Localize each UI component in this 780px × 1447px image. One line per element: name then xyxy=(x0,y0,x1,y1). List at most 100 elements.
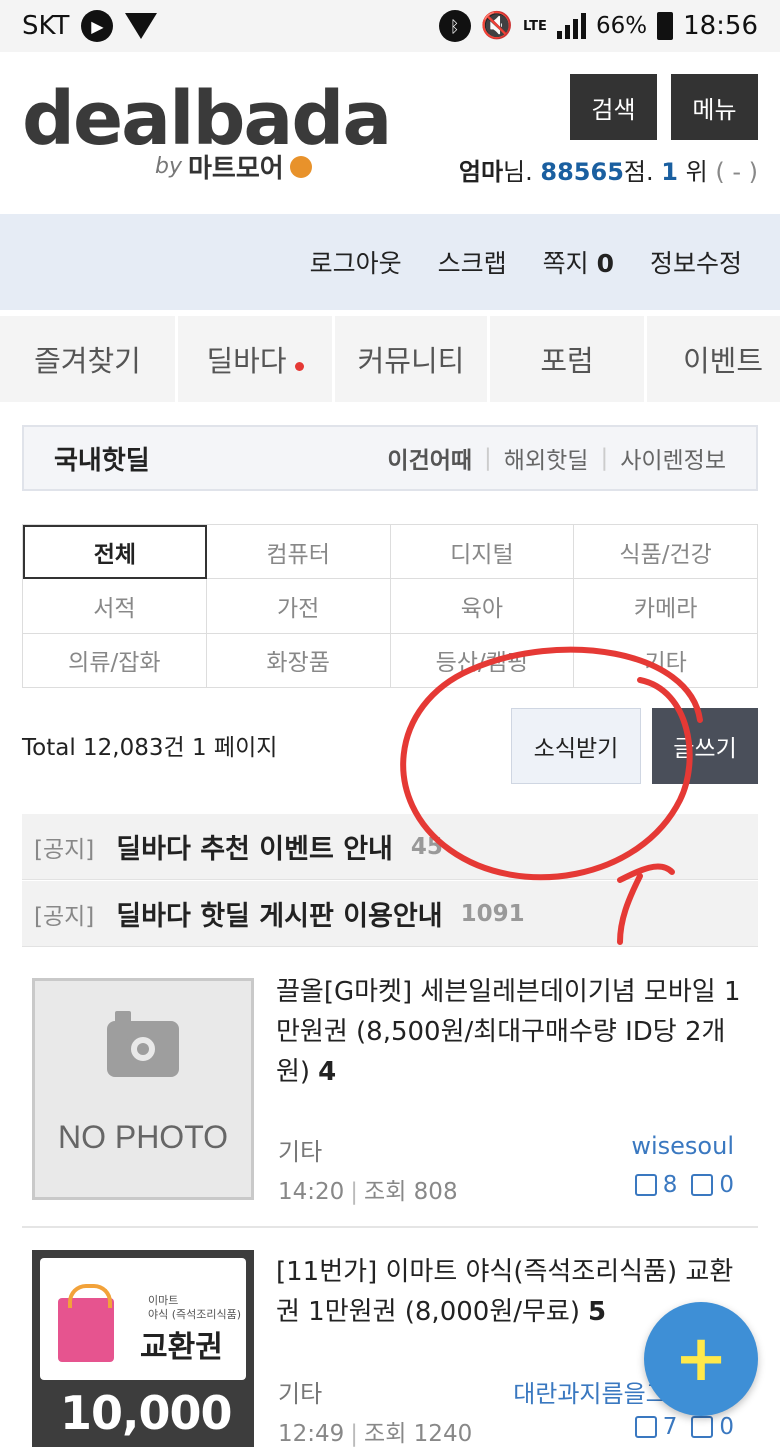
category-grid: 전체 컴퓨터 디지털 식품/건강 서적 가전 육아 카메라 의류/잡화 화장품 … xyxy=(22,524,758,688)
search-button[interactable]: 검색 xyxy=(570,74,657,140)
dealbada-logo[interactable]: dealbada xyxy=(22,82,392,156)
new-dot-icon xyxy=(294,361,304,371)
board-title: 국내핫딜 xyxy=(54,445,150,476)
category-digital[interactable]: 디지털 xyxy=(390,525,575,580)
messages-label: 쪽지 xyxy=(542,249,589,278)
post-author[interactable]: wisesoul xyxy=(631,1132,734,1160)
notice-row[interactable]: [공지] 딜바다 핫딜 게시판 이용안내 1091 xyxy=(22,881,758,947)
category-camping[interactable]: 등산/캠핑 xyxy=(390,633,575,688)
new-notification-icon xyxy=(125,13,158,39)
main-nav: 즐겨찾기 딜바다 커뮤니티 포럼 이벤트 xyxy=(0,316,780,402)
tab-forum[interactable]: 포럼 xyxy=(490,316,647,402)
dislike-count: 0 xyxy=(719,1414,734,1440)
post-thumbnail[interactable]: NO PHOTO xyxy=(32,978,254,1200)
post-time: 12:49 xyxy=(278,1421,345,1447)
messages-link[interactable]: 쪽지 0 xyxy=(543,244,614,280)
thumbs-up-icon[interactable] xyxy=(634,1416,657,1438)
user-info: 엄마님. 88565점. 1 위 ( - ) xyxy=(459,152,758,187)
notice-count: 45 xyxy=(410,833,443,860)
category-computer[interactable]: 컴퓨터 xyxy=(206,525,391,580)
post-votes: 7 0 xyxy=(634,1414,734,1440)
mute-icon: 🔇 xyxy=(480,11,514,41)
post-thumbnail[interactable]: 이마트 야식 (즉석조리식품) 교환권 10,000원 xyxy=(32,1250,254,1447)
post-item[interactable]: NO PHOTO 끌올[G마켓] 세븐일레븐데이기념 모바일 1만원권 (8,5… xyxy=(22,970,758,1226)
like-count: 8 xyxy=(662,1172,678,1198)
coupon-card: 이마트 야식 (즉석조리식품) 교환권 xyxy=(40,1258,246,1380)
tab-community[interactable]: 커뮤니티 xyxy=(335,316,490,402)
thumbs-down-icon[interactable] xyxy=(691,1174,714,1196)
post-category: 기타 xyxy=(278,1138,323,1166)
notice-row[interactable]: [공지] 딜바다 추천 이벤트 안내 45 xyxy=(22,814,758,880)
notice-count: 1091 xyxy=(460,900,525,927)
no-photo-label: NO PHOTO xyxy=(57,1119,229,1155)
category-books[interactable]: 서적 xyxy=(23,579,207,634)
thumbs-down-icon[interactable] xyxy=(691,1416,714,1438)
status-bar: SKT ▶ ᛒ 🔇 LTE 66% 18:56 xyxy=(0,0,780,52)
tab-label: 이벤트 xyxy=(683,344,764,378)
edit-info-link[interactable]: 정보수정 xyxy=(650,244,742,280)
tab-dealbada[interactable]: 딜바다 xyxy=(178,316,335,402)
coupon-amount: 10,000원 xyxy=(60,1386,254,1447)
rank-change: ( - ) xyxy=(715,158,758,186)
subscribe-button[interactable]: 소식받기 xyxy=(511,708,641,784)
martmore-badge-icon xyxy=(289,155,312,178)
tab-favorites[interactable]: 즐겨찾기 xyxy=(0,316,178,402)
post-title-text: 끌올[G마켓] 세븐일레븐데이기념 모바일 1만원권 (8,500원/최대구매수… xyxy=(276,977,741,1087)
category-etc[interactable]: 기타 xyxy=(574,633,758,688)
battery-icon xyxy=(657,12,674,40)
tab-label: 커뮤니티 xyxy=(357,344,465,378)
like-count: 7 xyxy=(662,1414,678,1440)
clock: 18:56 xyxy=(683,11,758,41)
menu-button[interactable]: 메뉴 xyxy=(671,74,758,140)
coupon-title: 교환권 xyxy=(140,1330,223,1365)
shopping-bag-icon xyxy=(58,1284,114,1362)
board-link-siren[interactable]: 사이렌정보 xyxy=(620,441,726,475)
carrier-label: SKT xyxy=(22,11,70,41)
user-points: 88565 xyxy=(540,158,624,186)
post-time: 14:20 xyxy=(278,1179,345,1205)
notice-title: 딜바다 핫딜 게시판 이용안내 xyxy=(116,901,443,932)
user-rank: 1 xyxy=(661,158,678,186)
tab-label: 포럼 xyxy=(540,344,594,378)
category-appliances[interactable]: 가전 xyxy=(206,579,391,634)
total-count: Total 12,083건 1 페이지 xyxy=(22,735,278,761)
battery-percent: 66% xyxy=(595,13,648,39)
post-meta: 12:49 | 조회 1240 xyxy=(278,1421,473,1447)
logo-martmore: 마트모어 xyxy=(187,154,284,184)
post-votes: 8 0 xyxy=(634,1172,734,1198)
logout-link[interactable]: 로그아웃 xyxy=(310,244,402,280)
post-title[interactable]: 끌올[G마켓] 세븐일레븐데이기념 모바일 1만원권 (8,500원/최대구매수… xyxy=(276,972,746,1092)
post-category: 기타 xyxy=(278,1380,323,1408)
board-link-recommend[interactable]: 이건어때 xyxy=(387,441,472,475)
category-camera[interactable]: 카메라 xyxy=(574,579,758,634)
board-link-overseas[interactable]: 해외핫딜 xyxy=(504,441,589,475)
category-all[interactable]: 전체 xyxy=(23,525,207,580)
category-food-health[interactable]: 식품/건강 xyxy=(574,525,758,580)
divider xyxy=(22,1226,758,1228)
messages-count: 0 xyxy=(596,249,614,278)
tab-label: 딜바다 xyxy=(206,344,287,378)
write-button[interactable]: 글쓰기 xyxy=(652,708,758,784)
add-fab-button[interactable]: + xyxy=(644,1302,758,1416)
category-clothing[interactable]: 의류/잡화 xyxy=(23,633,207,688)
notice-tag: [공지] xyxy=(34,903,95,930)
account-bar: 로그아웃 스크랩 쪽지 0 정보수정 xyxy=(0,214,780,310)
site-header: dealbada by 마트모어 검색 메뉴 엄마님. 88565점. 1 위 … xyxy=(0,52,780,214)
thumbs-up-icon[interactable] xyxy=(634,1174,657,1196)
camera-icon xyxy=(107,1011,179,1077)
category-baby[interactable]: 육아 xyxy=(390,579,575,634)
notice-title: 딜바다 추천 이벤트 안내 xyxy=(116,834,393,865)
post-meta: 14:20 | 조회 808 xyxy=(278,1179,458,1205)
scrap-link[interactable]: 스크랩 xyxy=(438,244,507,280)
comment-count: 5 xyxy=(588,1297,607,1327)
notice-tag: [공지] xyxy=(34,836,95,863)
post-views: 조회 1240 xyxy=(364,1421,473,1447)
board-header: 국내핫딜 이건어때 | 해외핫딜 | 사이렌정보 xyxy=(22,425,758,491)
bluetooth-icon: ᛒ xyxy=(438,10,471,42)
category-cosmetics[interactable]: 화장품 xyxy=(206,633,391,688)
signal-icon xyxy=(556,13,586,39)
logo-by: by xyxy=(155,154,182,179)
user-name: 엄마 xyxy=(458,158,504,186)
post-views: 조회 808 xyxy=(364,1179,458,1205)
tab-event[interactable]: 이벤트 xyxy=(647,316,780,402)
